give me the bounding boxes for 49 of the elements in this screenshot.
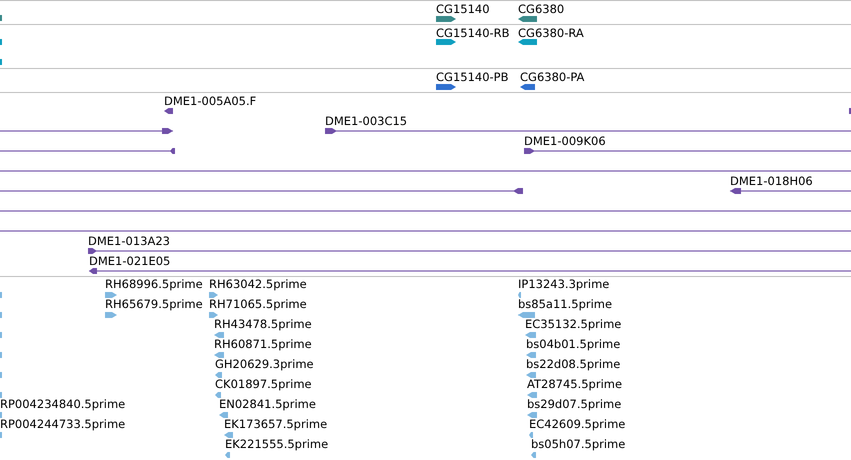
feature-label: bs85a11.5prime [518, 298, 612, 310]
feature-glyph[interactable] [325, 128, 851, 134]
feature-label: EK173657.5prime [224, 418, 328, 430]
feature-glyph[interactable] [436, 39, 456, 45]
feature-glyph[interactable] [0, 188, 523, 194]
feature-glyph[interactable] [730, 188, 851, 194]
feature-glyph[interactable] [0, 128, 173, 134]
feature-label: DME1-013A23 [88, 235, 170, 247]
feature-label: DME1-021E05 [89, 255, 170, 267]
feature-label: CG15140 [436, 3, 490, 15]
feature-label: EN02841.5prime [219, 398, 316, 410]
feature-glyph[interactable] [89, 268, 851, 274]
feature-label: RP004234840.5prime [0, 398, 126, 410]
feature-label: GH20629.3prime [215, 358, 314, 370]
feature-label: CG15140-RB [436, 27, 510, 39]
feature-glyph[interactable] [518, 16, 537, 22]
feature-label: RH71065.5prime [209, 298, 307, 310]
feature-label: RH63042.5prime [209, 278, 307, 290]
feature-glyph[interactable] [520, 84, 535, 90]
feature-label: DME1-003C15 [325, 115, 408, 127]
feature-label: CG15140-PB [436, 71, 508, 83]
feature-label: RP004244733.5prime [0, 418, 126, 430]
feature-label: RH60871.5prime [214, 338, 312, 350]
feature-label: CG6380-RA [518, 27, 584, 39]
feature-glyph[interactable] [436, 16, 456, 22]
feature-label: DME1-018H06 [730, 175, 813, 187]
feature-label: DME1-009K06 [524, 135, 606, 147]
feature-glyph[interactable] [518, 39, 537, 45]
feature-label: RH68996.5prime [105, 278, 203, 290]
feature-label: DME1-005A05.F [164, 95, 256, 107]
feature-label: CK01897.5prime [215, 378, 312, 390]
feature-label: EC35132.5prime [525, 318, 622, 330]
feature-label: bs04b01.5prime [526, 338, 620, 350]
feature-glyph[interactable] [524, 148, 851, 154]
feature-label: RH65679.5prime [105, 298, 203, 310]
feature-label: bs29d07.5prime [527, 398, 622, 410]
feature-label: RH43478.5prime [214, 318, 312, 330]
feature-label: EC42609.5prime [529, 418, 626, 430]
feature-glyph[interactable] [436, 84, 456, 90]
feature-glyph[interactable] [164, 108, 173, 114]
feature-label: CG6380-PA [520, 71, 584, 83]
feature-label: bs05h07.5prime [531, 438, 626, 450]
feature-label: bs22d08.5prime [526, 358, 620, 370]
feature-label: IP13243.3prime [518, 278, 610, 290]
feature-label: CG6380 [518, 3, 564, 15]
feature-label: EK221555.5prime [225, 438, 328, 450]
feature-glyph[interactable] [0, 148, 175, 154]
feature-label: AT28745.5prime [527, 378, 622, 390]
feature-glyph[interactable] [88, 248, 851, 254]
